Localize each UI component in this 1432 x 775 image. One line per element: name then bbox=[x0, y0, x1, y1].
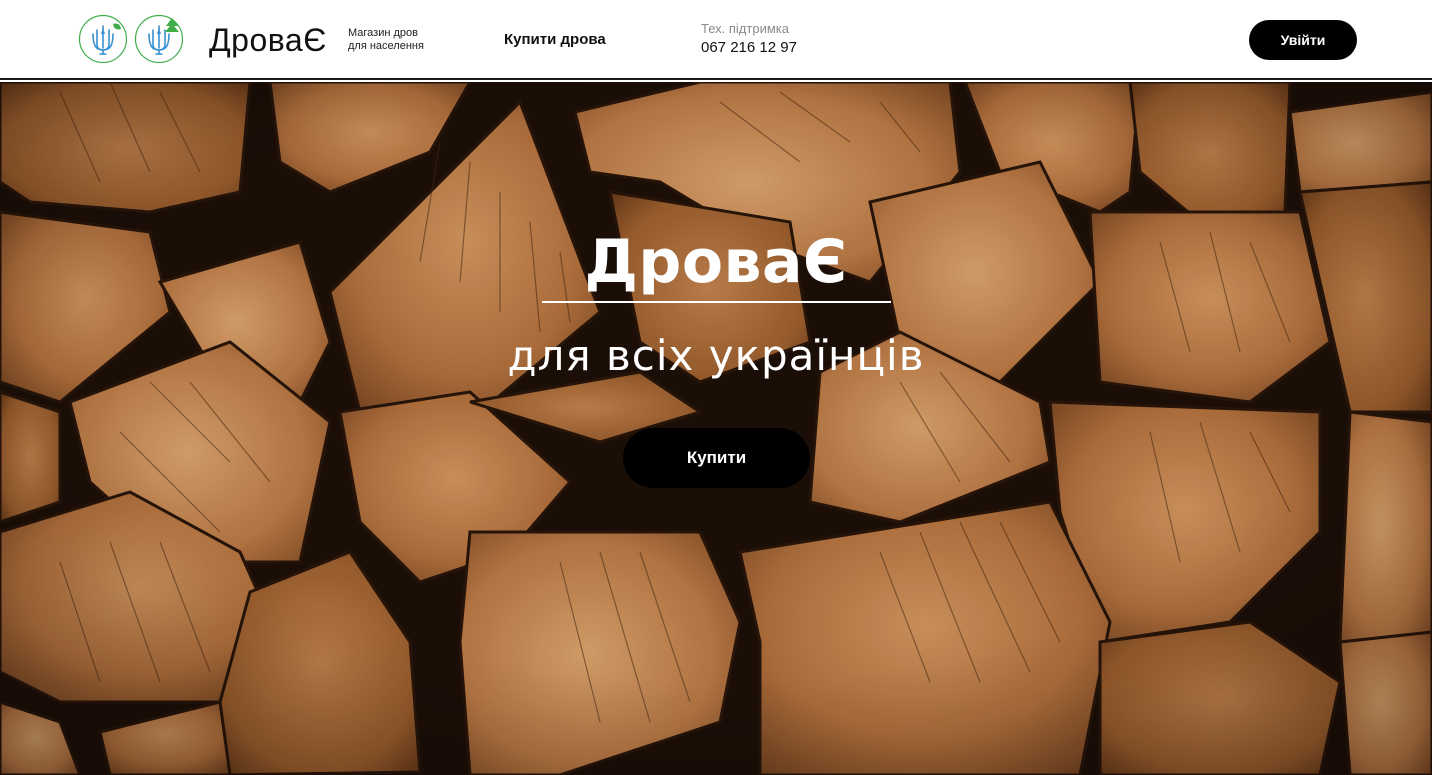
nav-buy-firewood-link[interactable]: Купити дрова bbox=[504, 31, 606, 48]
hero-buy-button[interactable]: Купити bbox=[623, 428, 810, 488]
hero-title: ДроваЄ bbox=[584, 227, 848, 297]
brand-tagline: Магазин дров для населення bbox=[348, 27, 458, 53]
support-phone[interactable]: 067 216 12 97 bbox=[701, 39, 797, 56]
tagline-line-2: для населення bbox=[348, 40, 424, 52]
brand-name[interactable]: ДроваЄ bbox=[209, 20, 327, 60]
site-header: ДроваЄ Магазин дров для населення Купити… bbox=[0, 0, 1432, 80]
login-button[interactable]: Увійти bbox=[1249, 20, 1357, 60]
support-label: Тех. підтримка bbox=[701, 21, 789, 36]
trident-leaf-emblem-icon[interactable] bbox=[134, 14, 184, 64]
tagline-line-1: Магазин дров bbox=[348, 27, 418, 39]
trident-emblem-icon[interactable] bbox=[78, 14, 128, 64]
hero-section: ДроваЄ для всіх українців Купити bbox=[0, 82, 1432, 775]
hero-subtitle: для всіх українців bbox=[507, 331, 925, 380]
hero-divider bbox=[542, 301, 891, 303]
